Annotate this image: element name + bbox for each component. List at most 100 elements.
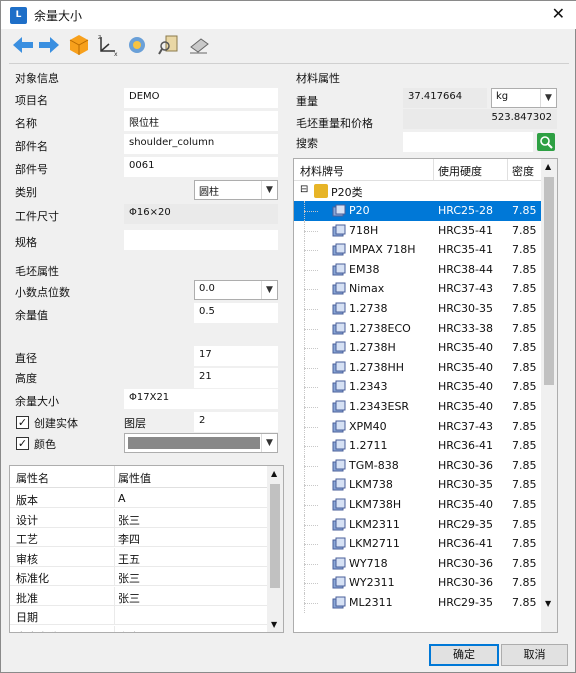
material-icon bbox=[332, 439, 346, 452]
list-item[interactable]: LKM738H HRC35-40 7.85 bbox=[294, 495, 541, 515]
list-item[interactable]: 1.2343 HRC35-40 7.85 bbox=[294, 377, 541, 398]
attribute-value[interactable]: A bbox=[118, 492, 126, 505]
allowance-field[interactable]: 0.5 bbox=[194, 303, 278, 323]
color-checkbox[interactable]: ✓ bbox=[16, 437, 29, 450]
chevron-down-icon[interactable]: ▼ bbox=[540, 89, 556, 107]
part-number-field[interactable]: 0061 bbox=[124, 157, 278, 177]
material-list: 材料牌号 使用硬度 密度 ⊟ P20类 P20 HRC25-28 7.85 718H H… bbox=[293, 158, 558, 633]
diameter-field[interactable]: 17 bbox=[194, 346, 278, 366]
material-density: 7.85 bbox=[512, 360, 537, 374]
decimal-places-select[interactable]: 0.0 ▼ bbox=[194, 280, 278, 300]
search-input[interactable] bbox=[403, 132, 533, 152]
column-header[interactable]: 密度 bbox=[512, 163, 534, 179]
material-icon bbox=[332, 282, 346, 295]
material-icon bbox=[332, 498, 346, 511]
table-row[interactable]: 标准化 张三 bbox=[10, 567, 267, 586]
table-row[interactable]: 审核 王五 bbox=[10, 547, 267, 567]
list-item[interactable]: 1.2343ESR HRC35-40 7.85 bbox=[294, 397, 541, 417]
scroll-up-icon[interactable]: ▲ bbox=[271, 469, 277, 478]
material-density: 7.85 bbox=[512, 556, 537, 570]
layer-field[interactable]: 2 bbox=[194, 412, 278, 432]
collapse-icon[interactable]: ⊟ bbox=[300, 184, 308, 195]
table-row[interactable]: 客户名称 小全 bbox=[10, 625, 267, 633]
material-density: 7.85 bbox=[512, 380, 537, 394]
scrollbar-thumb[interactable] bbox=[544, 177, 554, 385]
list-item[interactable]: 1.2738HH HRC35-40 7.85 bbox=[294, 357, 541, 378]
material-icon bbox=[332, 263, 346, 276]
height-field[interactable]: 21 bbox=[194, 368, 278, 388]
list-item[interactable]: WY2311 HRC30-36 7.85 bbox=[294, 573, 541, 594]
list-item[interactable]: IMPAX 718H HRC35-41 7.85 bbox=[294, 240, 541, 261]
list-item[interactable]: TGM-838 HRC30-36 7.85 bbox=[294, 455, 541, 476]
scroll-down-icon[interactable]: ▼ bbox=[545, 599, 551, 608]
scroll-up-icon[interactable]: ▲ bbox=[545, 162, 551, 171]
attribute-value[interactable]: 张三 bbox=[118, 590, 140, 606]
cancel-button[interactable]: 取消 bbox=[501, 644, 568, 666]
spec-field[interactable] bbox=[124, 230, 278, 250]
material-hardness: HRC29-35 bbox=[438, 517, 494, 531]
forward-arrow-icon[interactable] bbox=[37, 33, 61, 57]
allowance-label: 余量值 bbox=[15, 309, 48, 322]
list-item[interactable]: XPM40 HRC37-43 7.85 bbox=[294, 416, 541, 437]
create-solid-checkbox[interactable]: ✓ bbox=[16, 416, 29, 429]
table-row[interactable]: 日期 bbox=[10, 606, 267, 625]
chevron-down-icon[interactable]: ▼ bbox=[261, 181, 277, 199]
vertical-scrollbar[interactable]: ▲ ▼ bbox=[541, 159, 557, 632]
name-field[interactable]: 限位柱 bbox=[124, 111, 278, 131]
gear-icon[interactable] bbox=[125, 33, 149, 57]
scrollbar-thumb[interactable] bbox=[270, 484, 280, 588]
material-icon bbox=[332, 518, 346, 531]
table-row[interactable]: 版本 A bbox=[10, 489, 267, 508]
attribute-value[interactable]: 王五 bbox=[118, 551, 140, 567]
table-row[interactable]: 工艺 李四 bbox=[10, 528, 267, 547]
column-header[interactable]: 材料牌号 bbox=[300, 163, 344, 179]
color-select[interactable]: ▼ bbox=[124, 433, 278, 453]
workpiece-size-label: 工件尺寸 bbox=[15, 210, 59, 223]
list-item[interactable]: 718H HRC35-41 7.85 bbox=[294, 220, 541, 241]
column-header[interactable]: 属性值 bbox=[118, 470, 151, 486]
vertical-scrollbar[interactable]: ▲ ▼ bbox=[267, 466, 283, 632]
unit-select[interactable]: kg ▼ bbox=[491, 88, 557, 108]
scroll-down-icon[interactable]: ▼ bbox=[271, 620, 277, 629]
material-icon bbox=[332, 478, 346, 491]
category-select[interactable]: 圆柱 ▼ bbox=[194, 180, 278, 200]
table-row[interactable]: 设计 张三 bbox=[10, 508, 267, 528]
attribute-value[interactable]: 张三 bbox=[118, 512, 140, 528]
part-name-field[interactable]: shoulder_column bbox=[124, 134, 278, 154]
eraser-icon[interactable] bbox=[187, 33, 211, 57]
cube-icon[interactable] bbox=[67, 33, 91, 57]
axis-icon[interactable]: zx bbox=[95, 33, 119, 57]
workpiece-size-field: Φ16×20 bbox=[124, 204, 278, 224]
list-item[interactable]: LKM738 HRC30-35 7.85 bbox=[294, 475, 541, 496]
chevron-down-icon[interactable]: ▼ bbox=[261, 281, 277, 299]
project-name-field[interactable]: DEMO bbox=[124, 88, 278, 108]
list-item[interactable]: EM38 HRC38-44 7.85 bbox=[294, 259, 541, 280]
back-arrow-icon[interactable] bbox=[11, 33, 35, 57]
search-document-icon[interactable] bbox=[157, 33, 181, 57]
table-row[interactable]: 批准 张三 bbox=[10, 586, 267, 606]
allowance-size-field[interactable]: Φ17X21 bbox=[124, 389, 278, 409]
list-item[interactable]: WY718 HRC30-36 7.85 bbox=[294, 553, 541, 574]
search-button[interactable] bbox=[537, 133, 555, 151]
list-item[interactable]: LKM2711 HRC36-41 7.85 bbox=[294, 534, 541, 555]
search-label: 搜索 bbox=[296, 137, 318, 150]
attribute-value[interactable]: 小全 bbox=[118, 629, 140, 633]
list-item[interactable]: 1.2738 HRC30-35 7.85 bbox=[294, 299, 541, 319]
material-hardness: HRC30-36 bbox=[438, 458, 494, 472]
tree-group-row[interactable]: ⊟ P20类 bbox=[294, 181, 541, 201]
column-header[interactable]: 使用硬度 bbox=[438, 163, 482, 179]
list-item[interactable]: 1.2738H HRC35-40 7.85 bbox=[294, 338, 541, 359]
material-icon bbox=[332, 537, 346, 550]
list-item[interactable]: 1.2738ECO HRC33-38 7.85 bbox=[294, 318, 541, 339]
chevron-down-icon[interactable]: ▼ bbox=[261, 434, 277, 452]
list-item[interactable]: P20 HRC25-28 7.85 bbox=[294, 201, 541, 221]
attribute-value[interactable]: 李四 bbox=[118, 531, 140, 547]
ok-button[interactable]: 确定 bbox=[429, 644, 499, 666]
list-item[interactable]: LKM2311 HRC29-35 7.85 bbox=[294, 514, 541, 535]
list-item[interactable]: 1.2711 HRC36-41 7.85 bbox=[294, 436, 541, 457]
list-item[interactable]: Nimax HRC37-43 7.85 bbox=[294, 279, 541, 300]
column-header[interactable]: 属性名 bbox=[16, 470, 49, 486]
list-item[interactable]: ML2311 HRC29-35 7.85 bbox=[294, 593, 541, 613]
attribute-value[interactable]: 张三 bbox=[118, 570, 140, 586]
close-icon[interactable]: ✕ bbox=[552, 4, 565, 23]
